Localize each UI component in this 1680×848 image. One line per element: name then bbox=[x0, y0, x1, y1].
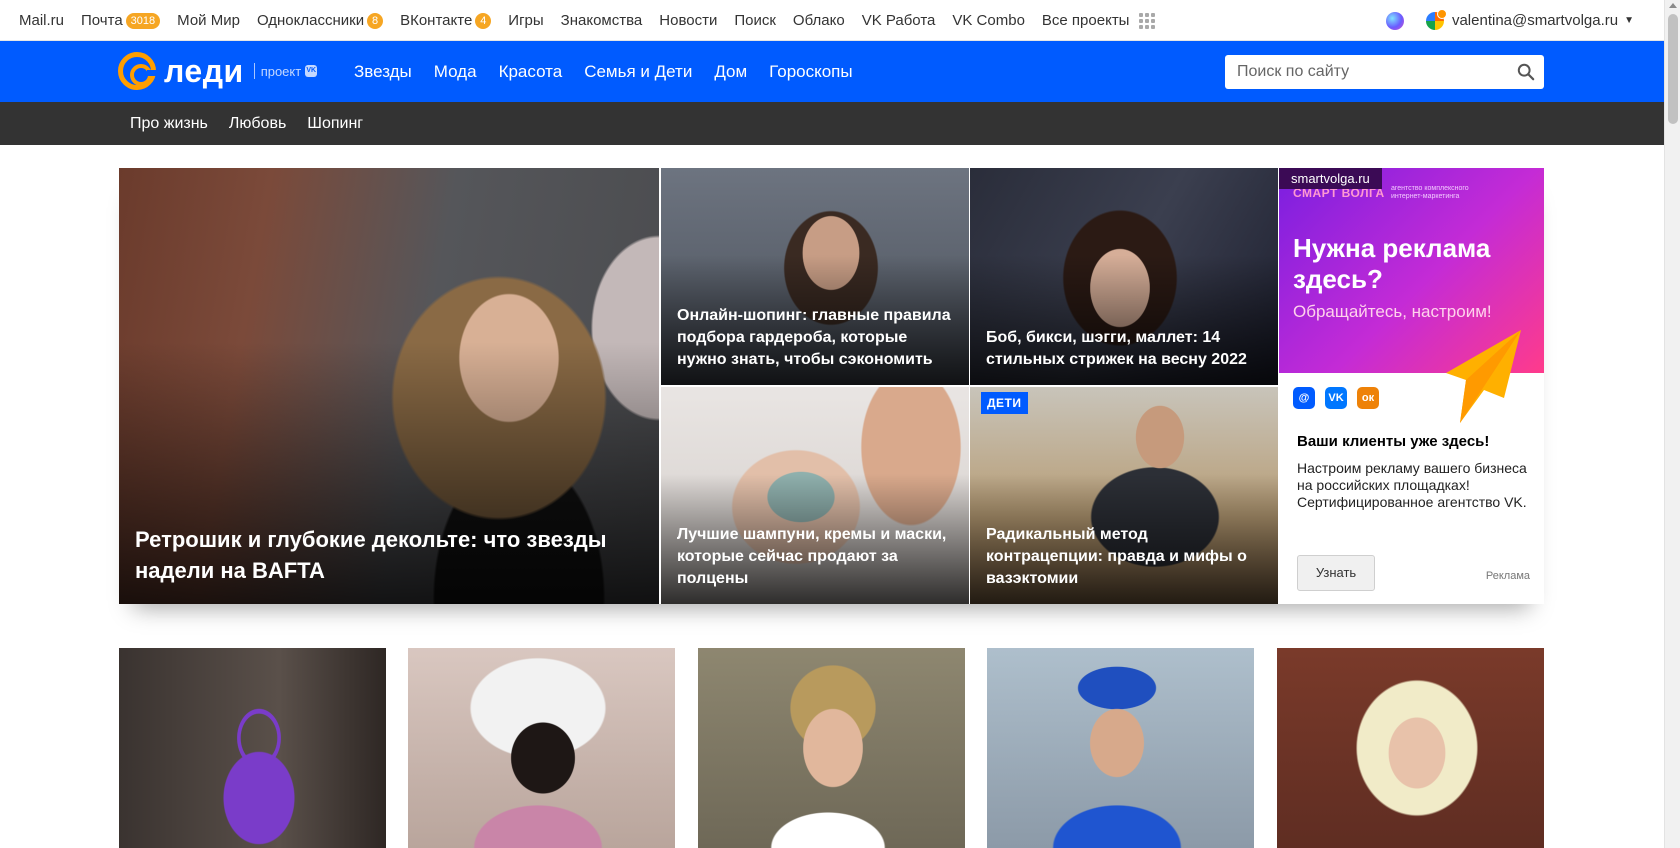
portal-link-igry[interactable]: Игры bbox=[508, 12, 543, 29]
card-title: Лучшие шампуни, кремы и маски, которые с… bbox=[677, 526, 947, 587]
card-title: Радикальный метод контрацепции: правда и… bbox=[986, 526, 1247, 587]
thumb-hair-wash[interactable] bbox=[408, 648, 675, 848]
portal-link-pochta[interactable]: Почта 3018 bbox=[81, 12, 161, 29]
portal-link-odnoklassniki[interactable]: Одноклассники 8 bbox=[256, 12, 384, 29]
portal-link-label: Мой Мир bbox=[177, 12, 240, 29]
ad-brand-tagline: агентство комплексного интернет-маркетин… bbox=[1391, 185, 1469, 200]
article-thumbnails bbox=[119, 648, 1544, 848]
ad-headline: Нужна реклама здесь? bbox=[1293, 233, 1491, 294]
portal-link-label: Одноклассники bbox=[256, 12, 365, 29]
portal-link-vk-rabota[interactable]: VK Работа bbox=[862, 12, 936, 29]
hero-card-shopping[interactable]: Онлайн-шопинг: главные правила подбора г… bbox=[661, 168, 969, 385]
mail-icon: @ bbox=[1293, 387, 1315, 409]
subnav-lyubov[interactable]: Любовь bbox=[229, 115, 286, 133]
subnav-pro-zhizn[interactable]: Про жизнь bbox=[130, 115, 208, 133]
ad-learn-button[interactable]: Узнать bbox=[1297, 555, 1375, 591]
subnav-shoping[interactable]: Шопинг bbox=[307, 115, 363, 133]
ok-count-badge: 8 bbox=[367, 12, 384, 29]
card-title: Боб, бикси, шэгги, маллет: 14 стильных с… bbox=[986, 329, 1247, 368]
portal-bar: Mail.ru Почта 3018 Мой Мир Одноклассники 8… bbox=[0, 0, 1664, 41]
portal-link-vk-combo[interactable]: VK Combo bbox=[952, 12, 1025, 29]
hero-grid: Ретрошик и глубокие декольте: что звезды… bbox=[119, 168, 1544, 604]
portal-link-label: Почта bbox=[81, 12, 123, 29]
user-email[interactable]: valentina@smartvolga.ru bbox=[1452, 12, 1618, 29]
caret-down-icon[interactable]: ▼ bbox=[1624, 15, 1634, 26]
ad-subline: Обращайтесь, настроим! bbox=[1293, 302, 1492, 321]
thumb-blonde-woman[interactable] bbox=[698, 648, 965, 848]
nav-moda[interactable]: Мода bbox=[434, 62, 477, 82]
portal-link-znakomstva[interactable]: Знакомства bbox=[561, 12, 643, 29]
portal-link-label: Все проекты bbox=[1041, 12, 1130, 29]
scrollbar-thumb[interactable] bbox=[1668, 14, 1678, 124]
portal-link-vkontakte[interactable]: ВКонтакте 4 bbox=[400, 12, 492, 29]
portal-link-moy-mir[interactable]: Мой Мир bbox=[177, 12, 240, 29]
hero-main-card[interactable]: Ретрошик и глубокие декольте: что звезды… bbox=[119, 168, 659, 604]
marusia-orb-icon[interactable] bbox=[1385, 11, 1404, 30]
portal-link-label: Облако bbox=[792, 12, 845, 29]
portal-user-area: valentina@smartvolga.ru ▼ bbox=[1385, 0, 1634, 41]
ad-social-icons: @ VK ок bbox=[1293, 387, 1389, 409]
user-avatar-icon[interactable] bbox=[1425, 8, 1447, 30]
portal-links: Mail.ru Почта 3018 Мой Мир Одноклассники 8… bbox=[19, 0, 1172, 41]
hero-card-haircuts[interactable]: Боб, бикси, шэгги, маллет: 14 стильных с… bbox=[970, 168, 1278, 385]
portal-link-label: Игры bbox=[508, 12, 544, 29]
hero-card-vasectomy[interactable]: ДЕТИ Радикальный метод контрацепции: пра… bbox=[970, 387, 1278, 604]
portal-link-label: VK Работа bbox=[861, 12, 936, 29]
thumb-purple-bag[interactable] bbox=[119, 648, 386, 848]
sub-nav-items: Про жизнь Любовь Шопинг bbox=[130, 102, 384, 145]
mail-count-badge: 3018 bbox=[125, 12, 161, 29]
portal-link-all-projects[interactable]: Все проекты bbox=[1042, 12, 1156, 29]
category-tag[interactable]: ДЕТИ bbox=[981, 392, 1028, 414]
ad-block[interactable]: СМАРТ ВОЛГА агентство комплексного интер… bbox=[1279, 168, 1544, 604]
logo-text: леди bbox=[164, 52, 244, 89]
search-icon[interactable] bbox=[1517, 63, 1535, 81]
portal-link-label: VK Combo bbox=[952, 12, 1025, 29]
ok-icon: ок bbox=[1357, 387, 1379, 409]
portal-link-label: Поиск bbox=[734, 12, 776, 29]
logo-project-label: проект bbox=[260, 63, 302, 79]
search-input[interactable] bbox=[1225, 55, 1505, 89]
nav-dom[interactable]: Дом bbox=[714, 62, 747, 82]
nav-zvezdy[interactable]: Звезды bbox=[354, 62, 412, 82]
thumb-woman-blue-hat[interactable] bbox=[987, 648, 1254, 848]
vk-icon: VK bbox=[1325, 387, 1347, 409]
vk-logo-icon: VK bbox=[305, 65, 318, 77]
nav-semya-i-deti[interactable]: Семья и Дети bbox=[584, 62, 692, 82]
thumb-platinum-blonde[interactable] bbox=[1277, 648, 1544, 848]
portal-link-label: ВКонтакте bbox=[400, 12, 473, 29]
portal-link-label: Mail.ru bbox=[19, 12, 65, 29]
ad-title: Ваши клиенты уже здесь! bbox=[1297, 433, 1490, 450]
ad-text: Настроим рекламу вашего бизнеса на росси… bbox=[1297, 460, 1527, 510]
sub-nav: Про жизнь Любовь Шопинг bbox=[0, 102, 1664, 145]
site-logo[interactable]: леди проект VK bbox=[118, 51, 318, 91]
at-logo-icon bbox=[118, 52, 157, 90]
ad-site-label: smartvolga.ru bbox=[1279, 168, 1382, 189]
portal-link-oblako[interactable]: Облако bbox=[793, 12, 845, 29]
logo-divider bbox=[253, 63, 255, 79]
nav-krasota[interactable]: Красота bbox=[499, 62, 563, 82]
card-title: Онлайн-шопинг: главные правила подбора г… bbox=[677, 307, 951, 368]
grid-icon bbox=[1139, 12, 1156, 29]
card-title: Ретрошик и глубокие декольте: что звезды… bbox=[135, 527, 607, 583]
paper-plane-arrow-icon bbox=[1446, 330, 1521, 423]
hero-card-shampoos[interactable]: Лучшие шампуни, кремы и маски, которые с… bbox=[661, 387, 969, 604]
vk-count-badge: 4 bbox=[475, 12, 492, 29]
portal-link-poisk[interactable]: Поиск bbox=[734, 12, 776, 29]
portal-link-mailru[interactable]: Mail.ru bbox=[19, 12, 64, 29]
site-header: леди проект VK Звезды Мода Красота Семья… bbox=[0, 41, 1664, 102]
nav-goroskopy[interactable]: Гороскопы bbox=[769, 62, 852, 82]
scroll-up-arrow-icon[interactable] bbox=[1669, 3, 1677, 8]
ad-label: Реклама bbox=[1485, 570, 1530, 582]
portal-link-novosti[interactable]: Новости bbox=[659, 12, 717, 29]
portal-link-label: Знакомства bbox=[560, 12, 643, 29]
portal-link-label: Новости bbox=[659, 12, 718, 29]
main-nav: Звезды Мода Красота Семья и Дети Дом Гор… bbox=[354, 41, 875, 102]
page-scrollbar[interactable] bbox=[1664, 0, 1680, 848]
search-box bbox=[1225, 55, 1544, 89]
